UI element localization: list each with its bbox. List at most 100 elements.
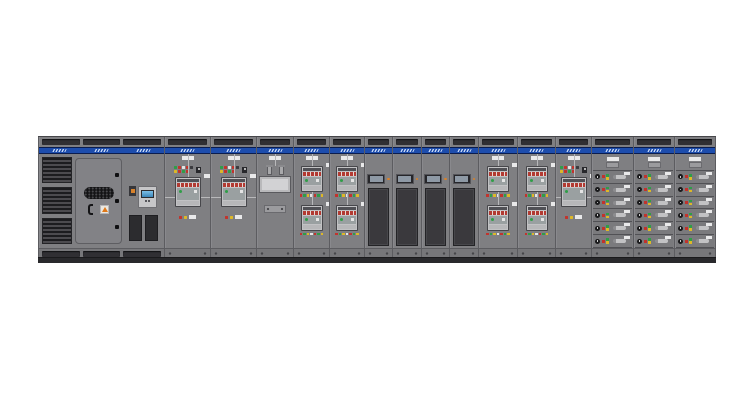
indicator-light: [542, 233, 545, 236]
circuit-breaker[interactable]: [336, 205, 358, 231]
selector-knob[interactable]: [595, 226, 600, 231]
bucket-tag: [706, 198, 712, 201]
indicator-light: [689, 177, 692, 180]
indicator-light: [349, 194, 352, 197]
meter-button[interactable]: [148, 200, 150, 202]
incomer-layout: [39, 154, 164, 248]
bucket-handle[interactable]: [696, 175, 709, 179]
top-vent-band: [556, 137, 591, 147]
circuit-breaker[interactable]: [487, 205, 509, 231]
selector-knob[interactable]: [678, 174, 683, 179]
indicator-cluster: [560, 166, 579, 173]
cabinet-mcc-column-3: [674, 137, 716, 258]
circuit-breaker[interactable]: [221, 177, 247, 207]
status-led: [444, 178, 447, 181]
mcc-bucket: [676, 222, 714, 235]
indicator-light: [606, 177, 609, 180]
selector-knob[interactable]: [678, 226, 683, 231]
circuit-breaker[interactable]: [301, 166, 323, 192]
hmi-display-zone: [367, 174, 390, 184]
selector-knob[interactable]: [595, 174, 600, 179]
vent-slot: [453, 139, 475, 145]
bucket-handle[interactable]: [613, 188, 626, 192]
bucket-handle[interactable]: [696, 226, 709, 230]
selector-knob[interactable]: [637, 174, 642, 179]
top-vent-band: [294, 137, 329, 147]
door-handle[interactable]: [88, 204, 93, 215]
selector-knob[interactable]: [637, 200, 642, 205]
bucket-handle[interactable]: [613, 201, 626, 205]
bucket-handle[interactable]: [655, 226, 668, 230]
selector-knob[interactable]: [637, 213, 642, 218]
circuit-breaker[interactable]: [561, 177, 587, 207]
breaker-face: [528, 177, 546, 185]
selector-knob[interactable]: [678, 213, 683, 218]
bucket-handle[interactable]: [696, 213, 709, 217]
bucket-handle[interactable]: [655, 201, 668, 205]
brand-stripe: [675, 147, 715, 154]
selector-knob[interactable]: [595, 200, 600, 205]
breaker-bottom-rail: [177, 201, 199, 205]
circuit-breaker[interactable]: [301, 205, 323, 231]
top-vent-band: [479, 137, 517, 147]
vent-slot: [678, 139, 712, 145]
hmi-display: [424, 174, 442, 184]
breaker-top-rail: [177, 179, 199, 182]
brand-logo-icon: [529, 149, 543, 152]
bucket-handle[interactable]: [655, 213, 668, 217]
bucket-tag: [665, 198, 671, 201]
nameplate: [607, 157, 619, 161]
bucket-handle[interactable]: [613, 239, 626, 243]
bucket-handle[interactable]: [696, 239, 709, 243]
selector-knob[interactable]: [637, 187, 642, 192]
aux-switch[interactable]: [196, 167, 201, 173]
breaker-label-tag: [512, 163, 517, 167]
breaker-unit: [221, 177, 247, 207]
bucket-handle[interactable]: [696, 188, 709, 192]
bucket-handle[interactable]: [655, 239, 668, 243]
selector-knob[interactable]: [678, 239, 683, 244]
indicator-row: [220, 166, 239, 169]
selector-knob[interactable]: [595, 239, 600, 244]
amber-indicator[interactable]: [129, 186, 136, 196]
rating-plate: [648, 162, 661, 168]
indicator-light: [349, 233, 352, 236]
meter-button[interactable]: [145, 200, 147, 202]
indicator-light: [507, 233, 510, 236]
indicator-light: [576, 166, 579, 169]
vent-slot: [368, 139, 389, 145]
selector-knob[interactable]: [678, 187, 683, 192]
bucket-tag: [665, 172, 671, 175]
bucket-handle[interactable]: [613, 175, 626, 179]
circuit-breaker[interactable]: [336, 166, 358, 192]
selector-knob[interactable]: [595, 213, 600, 218]
selector-knob[interactable]: [637, 226, 642, 231]
bucket-handle[interactable]: [655, 175, 668, 179]
mcc-bucket: [593, 171, 632, 184]
vent-panels: [129, 215, 158, 241]
section-body: [330, 154, 364, 248]
bucket-status-lights: [689, 200, 692, 206]
circuit-breaker[interactable]: [526, 205, 548, 231]
circuit-breaker[interactable]: [175, 177, 201, 207]
indicator-light: [689, 216, 692, 219]
indicator-light: [689, 228, 692, 231]
breaker-top-rail: [303, 168, 321, 171]
breaker-faceplate-stripe: [563, 183, 585, 187]
vent-panel: [145, 215, 158, 241]
circuit-breaker[interactable]: [487, 166, 509, 192]
breaker-faceplate-stripe: [177, 183, 199, 187]
aux-switch[interactable]: [242, 167, 247, 173]
selector-knob[interactable]: [637, 239, 642, 244]
indicator-light: [303, 194, 306, 197]
selector-knob[interactable]: [678, 200, 683, 205]
bucket-handle[interactable]: [696, 201, 709, 205]
selector-knob[interactable]: [595, 187, 600, 192]
bucket-handle[interactable]: [655, 188, 668, 192]
bucket-handle[interactable]: [613, 213, 626, 217]
brand-stripe: [330, 147, 364, 154]
indicator-light: [317, 194, 320, 197]
bucket-handle[interactable]: [613, 226, 626, 230]
circuit-breaker[interactable]: [526, 166, 548, 192]
aux-switch[interactable]: [582, 167, 587, 173]
